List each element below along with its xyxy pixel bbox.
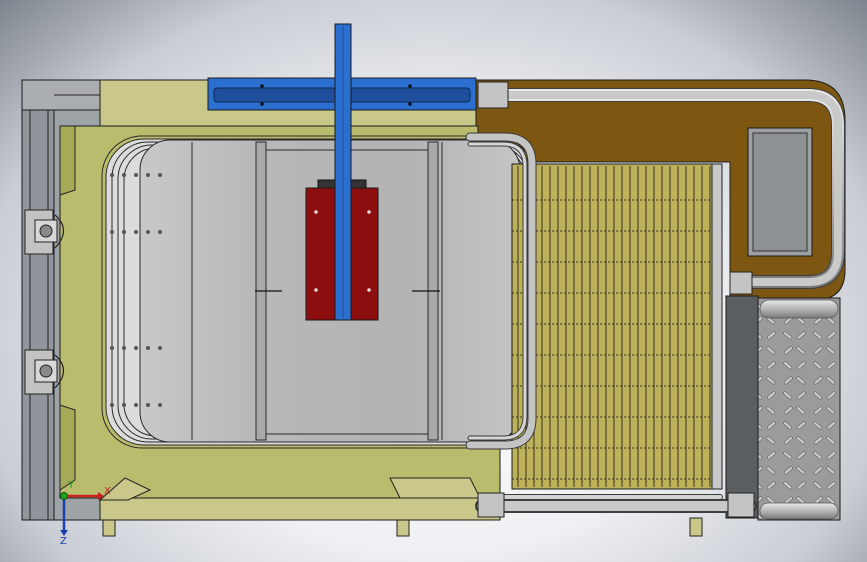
mount-plate-top bbox=[477, 81, 509, 109]
tread-plate bbox=[757, 297, 841, 521]
triad-z-label: Z bbox=[60, 536, 67, 547]
grille bbox=[511, 163, 723, 490]
support-feet bbox=[102, 517, 703, 537]
pipe-bottom bbox=[475, 494, 757, 513]
cad-model bbox=[21, 23, 846, 537]
triad-x-label: X bbox=[104, 486, 111, 497]
side-column bbox=[725, 295, 759, 519]
triad-y-label: Y bbox=[68, 480, 75, 491]
cad-viewport[interactable]: X Y Z bbox=[0, 0, 867, 562]
